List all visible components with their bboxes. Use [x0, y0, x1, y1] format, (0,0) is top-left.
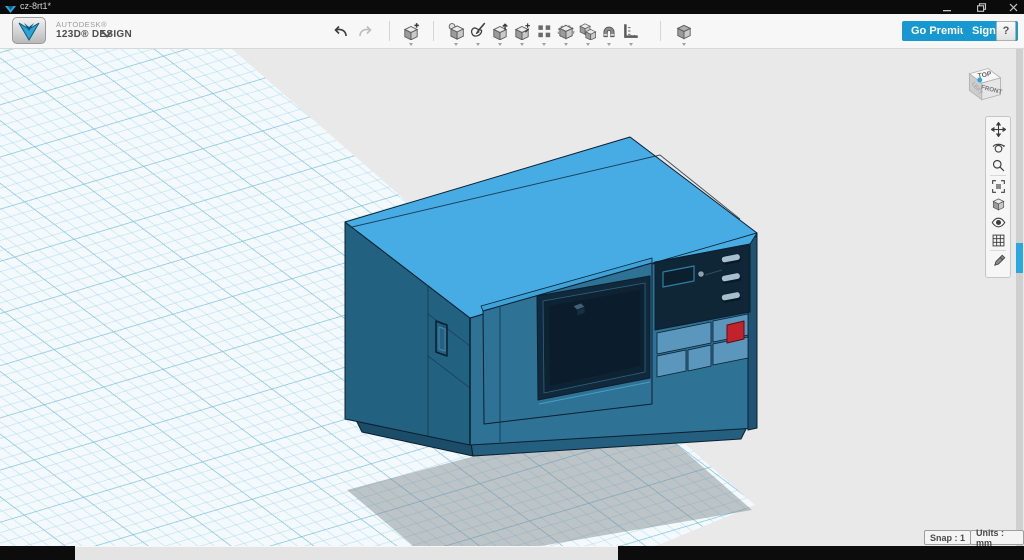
viewport[interactable]: TOP FRONT LEFT [0, 49, 1024, 546]
fit-view-icon[interactable] [988, 177, 1008, 195]
help-button[interactable]: ? [996, 21, 1016, 41]
viewcube-home-dot [977, 77, 982, 82]
snap-indicator[interactable]: Snap : 1 [924, 530, 971, 545]
material-paint-icon[interactable] [988, 252, 1008, 270]
visibility-icon[interactable] [988, 213, 1008, 231]
scrollbar-thumb[interactable] [1016, 243, 1023, 273]
toolbar-separator [389, 21, 390, 41]
insert-primitive-icon[interactable] [400, 20, 422, 42]
app-window: cz-8rt1* AUTODESK® 123D® DESIGN [0, 0, 1024, 560]
redo-button[interactable] [355, 20, 377, 42]
grouping-icon[interactable] [555, 20, 577, 42]
navigation-toolbar [985, 116, 1011, 278]
material-icon[interactable] [673, 20, 695, 42]
sketch-icon[interactable] [467, 20, 489, 42]
combine-icon[interactable] [577, 20, 599, 42]
zoom-icon[interactable] [988, 156, 1008, 174]
nav-separator [990, 250, 1006, 251]
window-title: cz-8rt1* [20, 1, 51, 11]
minimize-button[interactable] [936, 0, 958, 14]
restore-button[interactable] [971, 0, 993, 14]
pattern-icon[interactable] [533, 20, 555, 42]
snap-icon[interactable] [598, 20, 620, 42]
modify-icon[interactable] [511, 20, 533, 42]
measure-icon[interactable] [620, 20, 642, 42]
brand-123d-design: 123D® DESIGN [56, 29, 132, 40]
chevron-down-icon[interactable] [100, 26, 114, 44]
shaded-view-icon[interactable] [988, 195, 1008, 213]
app-menu-button[interactable] [12, 17, 46, 44]
taskbar [0, 546, 1024, 560]
primitives-icon[interactable] [445, 20, 467, 42]
construct-icon[interactable] [489, 20, 511, 42]
main-toolbar: AUTODESK® 123D® DESIGN [0, 14, 1024, 49]
model-red-button [727, 321, 744, 343]
units-indicator[interactable]: Units : mm [970, 530, 1024, 545]
view-cube[interactable]: TOP FRONT LEFT [962, 55, 1010, 112]
close-icon[interactable] [1002, 0, 1024, 14]
orbit-icon[interactable] [988, 138, 1008, 156]
window-titlebar: cz-8rt1* [0, 0, 1024, 14]
model-pill-buttons [721, 253, 742, 303]
taskbar-window-button[interactable] [75, 546, 618, 560]
pan-icon[interactable] [988, 120, 1008, 138]
undo-button[interactable] [329, 20, 351, 42]
toolbar-separator [660, 21, 661, 41]
model-3d-microwave[interactable] [0, 0, 1024, 560]
model-panel-knob [698, 271, 704, 277]
grid-settings-icon[interactable] [988, 231, 1008, 249]
model-button [688, 345, 711, 371]
right-scrollbar[interactable] [1016, 49, 1023, 546]
toolbar-separator [433, 21, 434, 41]
nav-separator [990, 175, 1006, 176]
